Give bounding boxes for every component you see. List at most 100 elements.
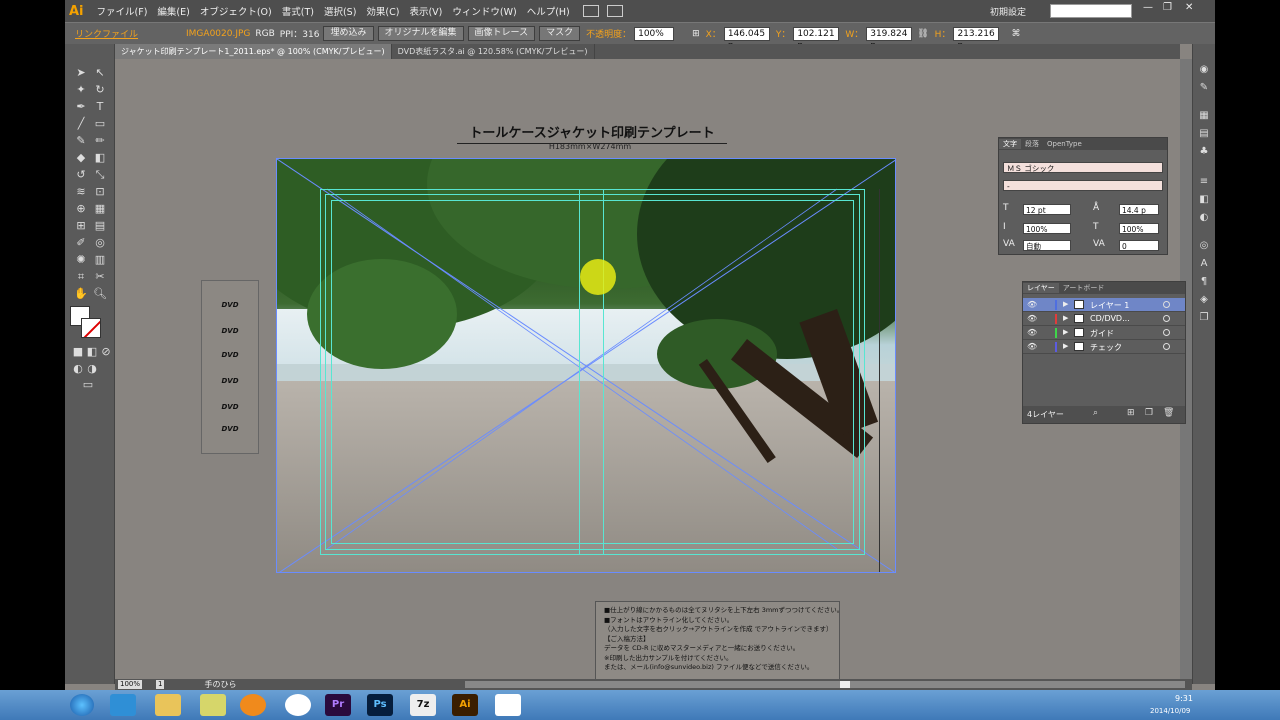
tab-paragraph[interactable]: 段落	[1021, 139, 1043, 149]
ie-icon[interactable]	[110, 694, 136, 716]
layers-icon[interactable]: ◈	[1197, 294, 1211, 306]
linked-file-link[interactable]: リンクファイル	[75, 27, 138, 40]
screen-mode-icon[interactable]: ▭	[80, 378, 96, 392]
chrome-icon[interactable]	[285, 694, 311, 716]
expand-triangle-icon[interactable]: ▶	[1063, 300, 1068, 308]
lasso-tool-icon[interactable]: ↻	[92, 83, 108, 97]
expand-triangle-icon[interactable]: ▶	[1063, 314, 1068, 322]
paintbrush-tool-icon[interactable]: ✎	[73, 134, 89, 148]
tab-jacket-template[interactable]: ジャケット印刷テンプレート1_2011.eps* @ 100% (CMYK/プレ…	[115, 44, 392, 59]
menu-view[interactable]: 表示(V)	[404, 4, 447, 18]
menu-help[interactable]: ヘルプ(H)	[522, 4, 575, 18]
tab-artboards[interactable]: アートボード	[1059, 283, 1109, 293]
link-proportions-icon[interactable]: ⛓	[917, 29, 928, 39]
minimize-icon[interactable]: —	[1143, 2, 1153, 13]
rectangle-tool-icon[interactable]: ▭	[92, 117, 108, 131]
font-style-select[interactable]: -	[1003, 180, 1163, 191]
menu-window[interactable]: ウィンドウ(W)	[447, 4, 521, 18]
color-guide-icon[interactable]: ▦	[1197, 110, 1211, 122]
w-input[interactable]: 319.824 n	[866, 26, 913, 51]
tab-character[interactable]: 文字	[999, 139, 1021, 149]
reference-point-icon[interactable]: ⊞	[692, 29, 700, 39]
none-mode-icon[interactable]: ⊘	[98, 345, 114, 359]
column-graph-tool-icon[interactable]: ▥	[92, 253, 108, 267]
draw-behind-icon[interactable]: ◑	[84, 362, 100, 376]
gradient-tool-icon[interactable]: ▤	[92, 219, 108, 233]
horizontal-scrollbar[interactable]	[465, 681, 1185, 688]
selection-tool-icon[interactable]: ➤	[73, 66, 89, 80]
scale-tool-icon[interactable]: ⤡	[92, 168, 108, 182]
locate-object-icon[interactable]: ⌕	[1093, 408, 1098, 418]
explorer-icon[interactable]	[155, 694, 181, 716]
delete-layer-icon[interactable]: 🗑︎	[1163, 408, 1174, 418]
target-circle-icon[interactable]	[1163, 343, 1170, 350]
type-tool-icon[interactable]: T	[92, 100, 108, 114]
y-input[interactable]: 102.121 n	[793, 26, 840, 51]
eyedropper-tool-icon[interactable]: ✐	[73, 236, 89, 250]
horizontal-scale-input[interactable]: 100%	[1119, 223, 1159, 234]
magic-wand-tool-icon[interactable]: ✦	[73, 83, 89, 97]
opacity-input[interactable]: 100%	[634, 26, 675, 41]
line-tool-icon[interactable]: ╱	[73, 117, 89, 131]
7zip-icon[interactable]: 7z	[410, 694, 436, 716]
menu-type[interactable]: 書式(T)	[277, 4, 319, 18]
symbol-sprayer-tool-icon[interactable]: ✺	[73, 253, 89, 267]
start-button-icon[interactable]	[70, 694, 94, 716]
media-player-icon[interactable]	[240, 694, 266, 716]
stroke-icon[interactable]: ≡	[1197, 176, 1211, 188]
menu-edit[interactable]: 編集(E)	[152, 4, 194, 18]
transform-icon[interactable]: ⌘	[1011, 29, 1020, 39]
symbols-icon[interactable]: ♣	[1197, 146, 1211, 158]
direct-selection-tool-icon[interactable]: ↖	[92, 66, 108, 80]
edit-original-button[interactable]: オリジナルを編集	[377, 26, 464, 41]
stroke-color-swatch[interactable]	[81, 318, 101, 338]
pen-tool-icon[interactable]: ✒	[73, 100, 89, 114]
pencil-tool-icon[interactable]: ✏	[92, 134, 108, 148]
app-icon[interactable]	[495, 694, 521, 716]
menu-object[interactable]: オブジェクト(O)	[195, 4, 277, 18]
perspective-grid-tool-icon[interactable]: ▦	[92, 202, 108, 216]
mesh-tool-icon[interactable]: ⊞	[73, 219, 89, 233]
artboards-icon[interactable]: ❐	[1197, 312, 1211, 324]
target-circle-icon[interactable]	[1163, 329, 1170, 336]
arrange-documents-icon[interactable]	[606, 5, 623, 17]
swatches-icon[interactable]: ▤	[1197, 128, 1211, 140]
expand-triangle-icon[interactable]: ▶	[1063, 342, 1068, 350]
new-sublayer-icon[interactable]: ⊞	[1127, 408, 1135, 418]
layer-row[interactable]: 👁︎ ▶ チェック	[1023, 340, 1185, 354]
image-trace-button[interactable]: 画像トレース	[467, 26, 536, 41]
target-circle-icon[interactable]	[1163, 315, 1170, 322]
tab-opentype[interactable]: OpenType	[1043, 140, 1086, 148]
font-size-input[interactable]: 12 pt	[1023, 204, 1071, 215]
slice-tool-icon[interactable]: ✂	[92, 270, 108, 284]
font-family-select[interactable]: ＭＳ ゴシック	[1003, 162, 1163, 173]
vertical-scale-input[interactable]: 100%	[1023, 223, 1071, 234]
width-tool-icon[interactable]: ≋	[73, 185, 89, 199]
shape-builder-tool-icon[interactable]: ⊕	[73, 202, 89, 216]
kerning-input[interactable]: 自動	[1023, 240, 1071, 251]
layer-row[interactable]: 👁︎ ▶ CD/DVD...	[1023, 312, 1185, 326]
restore-icon[interactable]: ❐	[1163, 2, 1172, 13]
tracking-input[interactable]: 0	[1119, 240, 1159, 251]
expand-triangle-icon[interactable]: ▶	[1063, 328, 1068, 336]
menu-file[interactable]: ファイル(F)	[92, 4, 153, 18]
embed-button[interactable]: 埋め込み	[323, 26, 374, 41]
layer-row[interactable]: 👁︎ ▶ レイヤー 1	[1023, 298, 1185, 312]
illustrator-icon[interactable]: Ai	[452, 694, 478, 716]
visibility-eye-icon[interactable]: 👁︎	[1027, 342, 1037, 351]
tab-dvd-raster[interactable]: DVD表紙ラスタ.ai @ 120.58% (CMYK/プレビュー)	[391, 44, 595, 59]
menu-select[interactable]: 選択(S)	[319, 4, 361, 18]
visibility-eye-icon[interactable]: 👁︎	[1027, 300, 1037, 309]
rotate-tool-icon[interactable]: ↺	[73, 168, 89, 182]
search-input[interactable]	[1050, 4, 1132, 18]
app-icon[interactable]	[200, 694, 226, 716]
filename-link[interactable]: IMGA0020.JPG	[186, 29, 250, 39]
h-input[interactable]: 213.216 n	[953, 26, 1000, 51]
free-transform-tool-icon[interactable]: ⊡	[92, 185, 108, 199]
target-circle-icon[interactable]	[1163, 301, 1170, 308]
hand-tool-icon[interactable]: ✋	[73, 287, 89, 301]
blend-tool-icon[interactable]: ◎	[92, 236, 108, 250]
visibility-eye-icon[interactable]: 👁︎	[1027, 314, 1037, 323]
blob-brush-tool-icon[interactable]: ◆	[73, 151, 89, 165]
mask-button[interactable]: マスク	[539, 26, 581, 41]
